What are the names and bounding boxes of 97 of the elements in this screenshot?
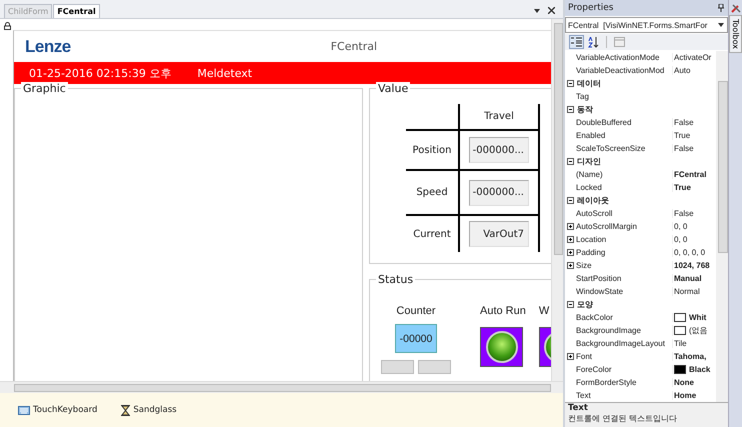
indicator-label: Auto Run [480, 305, 526, 317]
description-text: 컨트롤에 연결된 텍스트입니다 [568, 413, 678, 424]
property-value[interactable]: True [674, 183, 691, 192]
property-name[interactable]: StartPosition [575, 274, 672, 283]
collapse-icon[interactable] [566, 301, 574, 308]
keyboard-icon [18, 406, 30, 414]
tools-icon[interactable] [730, 3, 740, 13]
property-value[interactable]: FCentral [674, 170, 706, 179]
property-name[interactable]: Locked [575, 183, 672, 192]
expand-icon[interactable] [566, 249, 574, 256]
property-value[interactable]: True [674, 131, 690, 140]
property-name[interactable]: Size [575, 261, 672, 270]
property-value[interactable]: Tile [674, 339, 687, 348]
property-value[interactable]: 0, 0 [674, 222, 688, 231]
document-tab[interactable]: FCentral [53, 4, 100, 18]
property-name[interactable]: VariableActivationMode [575, 53, 672, 62]
category-label[interactable]: 레이아웃 [575, 195, 609, 206]
expand-icon[interactable] [566, 236, 574, 243]
sort-button[interactable] [586, 35, 601, 49]
property-value[interactable]: False [674, 209, 694, 218]
property-name[interactable]: (Name) [575, 170, 672, 179]
lock-icon [4, 22, 11, 30]
property-name[interactable]: Location [575, 235, 672, 244]
property-name[interactable]: WindowState [575, 287, 672, 296]
group-title: Value [376, 82, 410, 95]
category-label[interactable]: 데이터 [575, 78, 601, 89]
description-title: Text [568, 403, 589, 413]
row-label: Current [413, 228, 451, 240]
alarm-timestamp: 01-25-2016 02:15:39 오후 [29, 66, 172, 80]
property-value[interactable]: Black [689, 365, 710, 374]
alarm-message: Meldetext [197, 66, 252, 80]
tray-component[interactable]: Sandglass [121, 404, 177, 416]
horizontal-scrollbar[interactable] [0, 381, 563, 393]
property-name[interactable]: Enabled [575, 131, 672, 140]
row-label: Speed [416, 187, 448, 198]
property-value[interactable]: Tahoma, [674, 352, 706, 361]
property-value[interactable]: None [674, 378, 694, 387]
property-name[interactable]: Text [575, 391, 672, 400]
property-value[interactable]: Whit [689, 313, 706, 322]
group-title: Graphic [21, 82, 68, 95]
value-field[interactable]: -000000... [469, 137, 529, 163]
categorized-button[interactable] [569, 35, 584, 49]
property-name[interactable]: Padding [575, 248, 672, 257]
property-value[interactable]: Home [674, 391, 696, 400]
row-label: Position [412, 144, 452, 156]
property-name[interactable]: FormBorderStyle [575, 378, 672, 387]
close-icon[interactable] [548, 7, 555, 14]
vertical-scrollbar[interactable] [716, 51, 728, 402]
expand-icon[interactable] [566, 262, 574, 269]
pin-icon[interactable] [718, 4, 724, 12]
tray-component[interactable]: TouchKeyboard [18, 405, 98, 415]
expand-icon[interactable] [566, 353, 574, 360]
toolbox-tab[interactable]: Toolbox [729, 15, 742, 53]
category-label[interactable]: 디자인 [575, 156, 601, 167]
property-name[interactable]: AutoScrollMargin [575, 222, 672, 231]
group-title: Status [376, 273, 416, 286]
property-name[interactable]: BackColor [575, 313, 672, 322]
property-value[interactable]: False [674, 144, 694, 153]
property-value[interactable]: Normal [674, 287, 700, 296]
logo: Lenze [25, 36, 71, 56]
indicator-label: W [538, 305, 550, 317]
collapse-icon[interactable] [566, 80, 574, 87]
object-dropdown[interactable]: FCentral [VisiWinNET.Forms.SmartFor [565, 17, 728, 33]
counter-field[interactable]: -00000 [395, 324, 437, 353]
dropdown-icon[interactable] [534, 8, 540, 12]
vertical-scrollbar[interactable] [551, 19, 563, 381]
property-name[interactable]: ForeColor [575, 365, 672, 374]
property-value[interactable]: 0, 0, 0, 0 [674, 248, 706, 257]
property-value[interactable]: Auto [674, 66, 690, 75]
collapse-icon[interactable] [566, 158, 574, 165]
property-value[interactable]: Manual [674, 274, 702, 283]
property-name[interactable]: Tag [575, 92, 672, 101]
property-name[interactable]: BackgroundImage [575, 326, 672, 335]
property-value[interactable]: False [674, 118, 694, 127]
property-name[interactable]: BackgroundImageLayout [575, 339, 672, 348]
expand-icon[interactable] [566, 223, 574, 230]
category-label[interactable]: 동작 [575, 104, 593, 115]
property-name[interactable]: ScaleToScreenSize [575, 144, 672, 153]
form-title: FCentral [330, 40, 378, 53]
column-header: Travel [484, 111, 514, 122]
property-value[interactable]: (없음 [689, 325, 708, 336]
category-label[interactable]: 모양 [575, 299, 593, 310]
property-value[interactable]: 1024, 768 [674, 261, 710, 270]
property-name[interactable]: VariableDeactivationMod [575, 66, 672, 75]
value-field[interactable]: -000000... [469, 180, 529, 206]
indicator-button[interactable] [480, 327, 523, 367]
property-value[interactable]: 0, 0 [674, 235, 688, 244]
property-name[interactable]: AutoScroll [575, 209, 672, 218]
property-value[interactable]: ActivateOr [674, 53, 712, 62]
property-name[interactable]: DoubleBuffered [575, 118, 672, 127]
hourglass-icon [121, 404, 130, 416]
property-name[interactable]: Font [575, 352, 672, 361]
collapse-icon[interactable] [566, 197, 574, 204]
panel-title: Properties [568, 3, 614, 13]
counter-label: Counter [396, 305, 436, 317]
value-field[interactable]: VarOut7 [469, 221, 529, 247]
collapse-icon[interactable] [566, 106, 574, 113]
